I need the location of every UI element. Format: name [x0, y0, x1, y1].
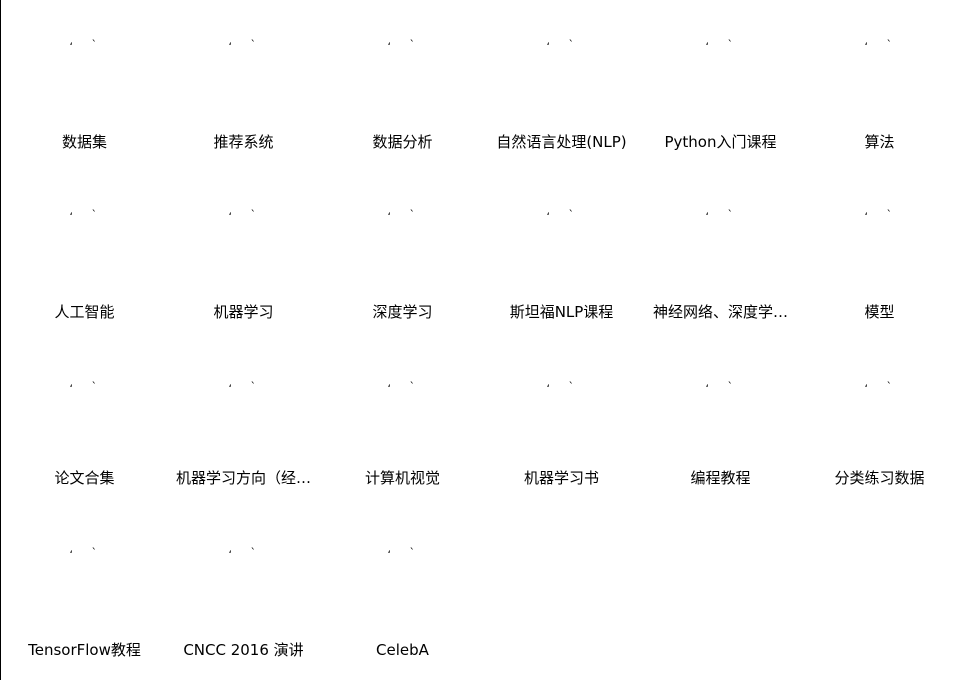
tag-item-programming-tutorials[interactable]: ʻˋ 编程教程: [641, 340, 800, 508]
broken-image-icon: ʻˋ: [69, 546, 98, 561]
tag-label: 机器学习方向（经…: [175, 469, 311, 487]
broken-image-icon: ʻˋ: [387, 546, 416, 561]
tag-grid: ʻˋ 数据集 ʻˋ 推荐系统 ʻˋ 数据分析 ʻˋ 自然语言处理(NLP) ʻˋ…: [5, 0, 959, 680]
broken-image-icon: ʻˋ: [69, 38, 98, 53]
broken-image-icon: ʻˋ: [705, 208, 734, 223]
broken-image-icon: ʻˋ: [228, 546, 257, 561]
tag-item-data-analysis[interactable]: ʻˋ 数据分析: [323, 0, 482, 170]
window-left-border: [0, 0, 1, 680]
broken-image-icon: ʻˋ: [228, 380, 257, 395]
tag-label: 人工智能: [54, 303, 115, 321]
tag-label: 自然语言处理(NLP): [496, 133, 627, 151]
tag-label: CelebA: [376, 641, 429, 659]
tag-item-ml-directions[interactable]: ʻˋ 机器学习方向（经…: [164, 340, 323, 508]
broken-image-icon: ʻˋ: [387, 208, 416, 223]
broken-image-icon: ʻˋ: [69, 380, 98, 395]
tag-label: 推荐系统: [213, 133, 274, 151]
tag-label: 神经网络、深度学…: [652, 303, 788, 321]
tag-item-computer-vision[interactable]: ʻˋ 计算机视觉: [323, 340, 482, 508]
tag-label: 计算机视觉: [364, 469, 440, 487]
tag-label: TensorFlow教程: [28, 641, 141, 659]
tag-item-celeba[interactable]: ʻˋ CelebA: [323, 508, 482, 680]
tag-item-paper-collection[interactable]: ʻˋ 论文合集: [5, 340, 164, 508]
tag-label: CNCC 2016 演讲: [183, 641, 304, 659]
tag-label: 论文合集: [54, 469, 115, 487]
tag-item-models[interactable]: ʻˋ 模型: [800, 170, 959, 340]
tag-label: 机器学习: [213, 303, 274, 321]
tag-label: 斯坦福NLP课程: [509, 303, 614, 321]
tag-item-nlp[interactable]: ʻˋ 自然语言处理(NLP): [482, 0, 641, 170]
broken-image-icon: ʻˋ: [546, 38, 575, 53]
tag-label: 分类练习数据: [834, 469, 925, 487]
tag-item-classification-data[interactable]: ʻˋ 分类练习数据: [800, 340, 959, 508]
tag-item-ml-books[interactable]: ʻˋ 机器学习书: [482, 340, 641, 508]
broken-image-icon: ʻˋ: [546, 208, 575, 223]
tag-item-neural-networks[interactable]: ʻˋ 神经网络、深度学…: [641, 170, 800, 340]
tag-label: 数据分析: [372, 133, 433, 151]
tag-label: 深度学习: [372, 303, 433, 321]
tag-item-ai[interactable]: ʻˋ 人工智能: [5, 170, 164, 340]
broken-image-icon: ʻˋ: [546, 380, 575, 395]
broken-image-icon: ʻˋ: [864, 380, 893, 395]
tag-item-cncc-2016[interactable]: ʻˋ CNCC 2016 演讲: [164, 508, 323, 680]
tag-label: 数据集: [61, 133, 107, 151]
tag-label: Python入门课程: [664, 133, 777, 151]
tag-item-machine-learning[interactable]: ʻˋ 机器学习: [164, 170, 323, 340]
tag-item-recommender-systems[interactable]: ʻˋ 推荐系统: [164, 0, 323, 170]
broken-image-icon: ʻˋ: [228, 38, 257, 53]
broken-image-icon: ʻˋ: [228, 208, 257, 223]
broken-image-icon: ʻˋ: [864, 208, 893, 223]
tag-item-algorithms[interactable]: ʻˋ 算法: [800, 0, 959, 170]
tag-item-deep-learning[interactable]: ʻˋ 深度学习: [323, 170, 482, 340]
tag-item-python-course[interactable]: ʻˋ Python入门课程: [641, 0, 800, 170]
broken-image-icon: ʻˋ: [705, 380, 734, 395]
broken-image-icon: ʻˋ: [387, 380, 416, 395]
tag-item-tensorflow[interactable]: ʻˋ TensorFlow教程: [5, 508, 164, 680]
tag-label: 机器学习书: [523, 469, 599, 487]
broken-image-icon: ʻˋ: [705, 38, 734, 53]
broken-image-icon: ʻˋ: [864, 38, 893, 53]
tag-label: 编程教程: [690, 469, 751, 487]
tag-label: 算法: [864, 133, 895, 151]
tag-item-stanford-nlp[interactable]: ʻˋ 斯坦福NLP课程: [482, 170, 641, 340]
broken-image-icon: ʻˋ: [387, 38, 416, 53]
tag-item-datasets[interactable]: ʻˋ 数据集: [5, 0, 164, 170]
tag-label: 模型: [864, 303, 895, 321]
broken-image-icon: ʻˋ: [69, 208, 98, 223]
